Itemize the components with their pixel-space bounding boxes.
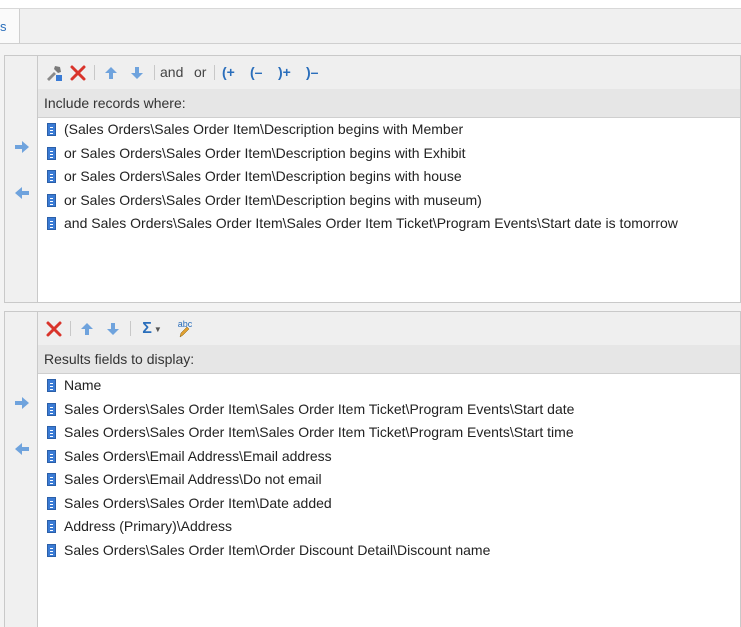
results-header: Results fields to display: xyxy=(38,345,740,374)
results-text: Address (Primary)\Address xyxy=(64,518,233,534)
field-icon xyxy=(47,379,56,392)
add-close-paren-button[interactable]: )+ xyxy=(278,64,291,80)
arrow-down-icon xyxy=(131,67,143,79)
results-text: Sales Orders\Sales Order Item\Sales Orde… xyxy=(64,424,574,440)
results-row[interactable]: Address (Primary)\Address xyxy=(38,515,740,539)
field-icon xyxy=(47,170,56,183)
results-text: Sales Orders\Email Address\Do not email xyxy=(64,471,322,487)
sigma-icon: Σ xyxy=(142,320,152,337)
criteria-text: or Sales Orders\Sales Order Item\Descrip… xyxy=(64,144,466,161)
results-row[interactable]: Name xyxy=(38,374,740,398)
field-icon xyxy=(47,146,56,160)
field-icon xyxy=(47,543,56,557)
toolbar-separator xyxy=(214,65,215,80)
move-up-button[interactable] xyxy=(100,63,122,83)
add-to-results-arrow-icon[interactable] xyxy=(13,396,31,410)
field-icon xyxy=(47,473,56,486)
criteria-gutter xyxy=(5,56,38,302)
results-row[interactable]: Sales Orders\Email Address\Do not email xyxy=(38,468,740,492)
results-row[interactable]: Sales Orders\Sales Order Item\Sales Orde… xyxy=(38,421,740,445)
criteria-row[interactable]: or Sales Orders\Sales Order Item\Descrip… xyxy=(38,165,740,189)
or-button[interactable]: or xyxy=(194,64,206,80)
tab-partial[interactable]: s xyxy=(0,9,20,43)
criteria-text: (Sales Orders\Sales Order Item\Descripti… xyxy=(64,121,464,137)
results-toolbar: Σ ▼ abc xyxy=(38,312,740,346)
results-row[interactable]: Sales Orders\Sales Order Item\Date added xyxy=(38,492,740,516)
results-panel: Σ ▼ abc Results fields to display: Name … xyxy=(4,311,741,627)
arrow-up-icon xyxy=(81,323,93,335)
remove-from-results-arrow-icon[interactable] xyxy=(13,442,31,456)
delete-field-button[interactable] xyxy=(44,319,64,339)
toolbar-separator xyxy=(94,65,95,80)
criteria-row[interactable]: and Sales Orders\Sales Order Item\Sales … xyxy=(38,212,740,236)
move-up-button[interactable] xyxy=(76,319,98,339)
move-down-button[interactable] xyxy=(126,63,148,83)
results-row[interactable]: Sales Orders\Sales Order Item\Sales Orde… xyxy=(38,398,740,422)
chevron-down-icon: ▼ xyxy=(153,324,162,334)
arrow-up-icon xyxy=(105,67,117,79)
rename-icon: abc xyxy=(177,319,193,329)
criteria-text: and Sales Orders\Sales Order Item\Sales … xyxy=(64,215,678,231)
results-text: Sales Orders\Sales Order Item\Order Disc… xyxy=(64,541,491,558)
criteria-row[interactable]: or Sales Orders\Sales Order Item\Descrip… xyxy=(38,189,740,213)
criteria-header-label: Include records where: xyxy=(44,95,186,111)
criteria-row[interactable]: (Sales Orders\Sales Order Item\Descripti… xyxy=(38,118,740,142)
top-bar xyxy=(0,0,741,9)
results-gutter xyxy=(5,312,38,627)
add-open-paren-button[interactable]: (+ xyxy=(222,64,235,80)
move-down-button[interactable] xyxy=(102,319,124,339)
arrow-down-icon xyxy=(107,323,119,335)
results-header-label: Results fields to display: xyxy=(44,351,195,367)
remove-from-criteria-arrow-icon[interactable] xyxy=(13,186,31,200)
criteria-header: Include records where: xyxy=(38,89,740,118)
field-icon xyxy=(47,449,56,463)
results-row[interactable]: Sales Orders\Sales Order Item\Order Disc… xyxy=(38,539,740,563)
field-icon xyxy=(47,426,56,439)
delete-x-icon xyxy=(46,321,62,337)
rename-field-button[interactable]: abc xyxy=(172,319,196,339)
remove-open-paren-button[interactable]: (– xyxy=(250,64,262,80)
results-text: Sales Orders\Email Address\Email address xyxy=(64,447,332,464)
wrench-icon xyxy=(47,66,62,81)
results-row[interactable]: Sales Orders\Email Address\Email address xyxy=(38,445,740,469)
criteria-text: or Sales Orders\Sales Order Item\Descrip… xyxy=(64,168,462,184)
tab-strip: s xyxy=(0,9,741,44)
criteria-list: (Sales Orders\Sales Order Item\Descripti… xyxy=(38,118,740,302)
results-list: Name Sales Orders\Sales Order Item\Sales… xyxy=(38,374,740,627)
results-text: Sales Orders\Sales Order Item\Date added xyxy=(64,494,332,511)
criteria-row[interactable]: or Sales Orders\Sales Order Item\Descrip… xyxy=(38,142,740,166)
field-icon xyxy=(47,193,56,207)
and-button[interactable]: and xyxy=(160,64,183,80)
summarize-dropdown-button[interactable]: Σ ▼ xyxy=(136,319,168,339)
criteria-text: or Sales Orders\Sales Order Item\Descrip… xyxy=(64,191,482,208)
toolbar-separator xyxy=(130,321,131,336)
criteria-panel: and or (+ (– )+ )– Include records where… xyxy=(4,55,741,303)
toolbar-separator xyxy=(70,321,71,336)
delete-x-icon xyxy=(70,65,86,81)
criteria-toolbar: and or (+ (– )+ )– xyxy=(38,56,740,90)
field-icon xyxy=(47,217,56,230)
field-icon xyxy=(47,402,56,416)
results-text: Sales Orders\Sales Order Item\Sales Orde… xyxy=(64,400,575,417)
delete-criteria-button[interactable] xyxy=(68,63,88,83)
tab-label: s xyxy=(0,19,7,34)
edit-criteria-button[interactable] xyxy=(44,63,64,83)
results-text: Name xyxy=(64,377,102,393)
remove-close-paren-button[interactable]: )– xyxy=(306,64,318,80)
field-icon xyxy=(47,123,56,136)
add-to-criteria-arrow-icon[interactable] xyxy=(13,140,31,154)
field-icon xyxy=(47,496,56,510)
field-icon xyxy=(47,520,56,533)
toolbar-separator xyxy=(154,65,155,80)
